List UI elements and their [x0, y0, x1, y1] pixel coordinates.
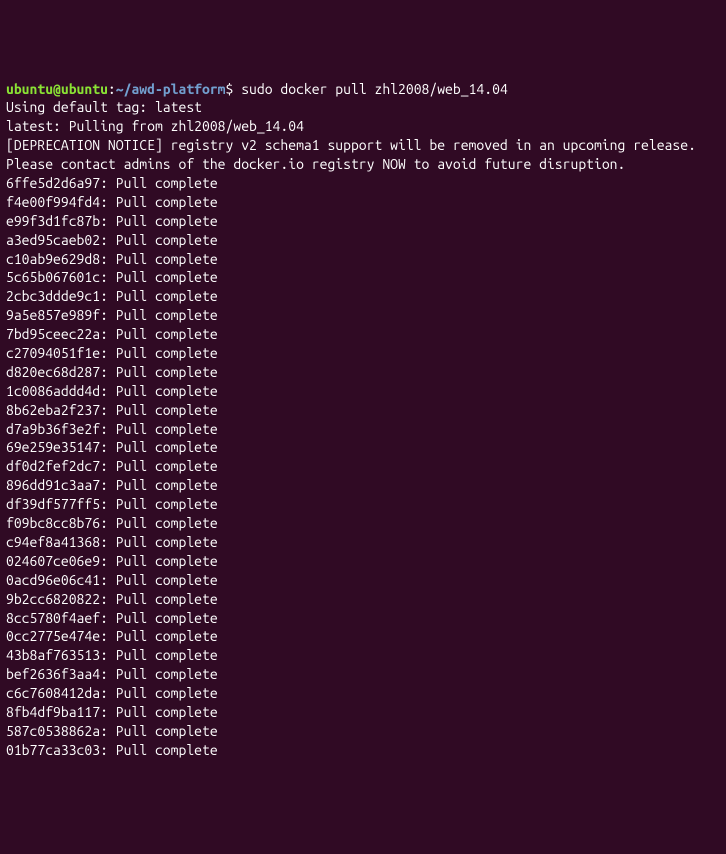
pull-complete-line: d7a9b36f3e2f: Pull complete — [6, 420, 720, 439]
prompt-user-host: ubuntu@ubuntu — [6, 81, 108, 97]
pull-complete-line: 587c0538862a: Pull complete — [6, 722, 720, 741]
pull-complete-line: c27094051f1e: Pull complete — [6, 344, 720, 363]
pull-complete-line: 7bd95ceec22a: Pull complete — [6, 325, 720, 344]
pull-complete-line: 6ffe5d2d6a97: Pull complete — [6, 174, 720, 193]
pull-complete-line: 9b2cc6820822: Pull complete — [6, 590, 720, 609]
pull-complete-line: 024607ce06e9: Pull complete — [6, 552, 720, 571]
pull-complete-line: f4e00f994fd4: Pull complete — [6, 193, 720, 212]
pull-complete-line: f09bc8cc8b76: Pull complete — [6, 514, 720, 533]
pull-complete-line: e99f3d1fc87b: Pull complete — [6, 212, 720, 231]
pull-complete-line: 2cbc3ddde9c1: Pull complete — [6, 287, 720, 306]
pull-complete-line: 8fb4df9ba117: Pull complete — [6, 703, 720, 722]
pull-complete-line: 69e259e35147: Pull complete — [6, 438, 720, 457]
terminal-window[interactable]: ubuntu@ubuntu:~/awd-platform$ sudo docke… — [6, 80, 720, 760]
pull-complete-line: c10ab9e629d8: Pull complete — [6, 250, 720, 269]
prompt-path: ~/awd-platform — [116, 81, 226, 97]
pull-complete-line: bef2636f3aa4: Pull complete — [6, 665, 720, 684]
pull-complete-line: a3ed95caeb02: Pull complete — [6, 231, 720, 250]
prompt-line: ubuntu@ubuntu:~/awd-platform$ sudo docke… — [6, 80, 720, 99]
terminal-output: Using default tag: latestlatest: Pulling… — [6, 98, 720, 759]
output-line: latest: Pulling from zhl2008/web_14.04 — [6, 117, 720, 136]
output-line: [DEPRECATION NOTICE] registry v2 schema1… — [6, 136, 720, 174]
pull-complete-line: 0cc2775e474e: Pull complete — [6, 627, 720, 646]
output-line: Using default tag: latest — [6, 98, 720, 117]
pull-complete-line: 43b8af763513: Pull complete — [6, 646, 720, 665]
pull-complete-line: c6c7608412da: Pull complete — [6, 684, 720, 703]
command-text: sudo docker pull zhl2008/web_14.04 — [241, 81, 508, 97]
pull-complete-line: 9a5e857e989f: Pull complete — [6, 306, 720, 325]
pull-complete-line: d820ec68d287: Pull complete — [6, 363, 720, 382]
pull-complete-line: 8cc5780f4aef: Pull complete — [6, 609, 720, 628]
pull-complete-line: 5c65b067601c: Pull complete — [6, 268, 720, 287]
pull-complete-line: df39df577ff5: Pull complete — [6, 495, 720, 514]
pull-complete-line: 8b62eba2f237: Pull complete — [6, 401, 720, 420]
pull-complete-line: c94ef8a41368: Pull complete — [6, 533, 720, 552]
pull-complete-line: df0d2fef2dc7: Pull complete — [6, 457, 720, 476]
pull-complete-line: 0acd96e06c41: Pull complete — [6, 571, 720, 590]
pull-complete-line: 01b77ca33c03: Pull complete — [6, 741, 720, 760]
prompt-dollar: $ — [226, 81, 242, 97]
prompt-colon: : — [108, 81, 116, 97]
pull-complete-line: 1c0086addd4d: Pull complete — [6, 382, 720, 401]
pull-complete-line: 896dd91c3aa7: Pull complete — [6, 476, 720, 495]
